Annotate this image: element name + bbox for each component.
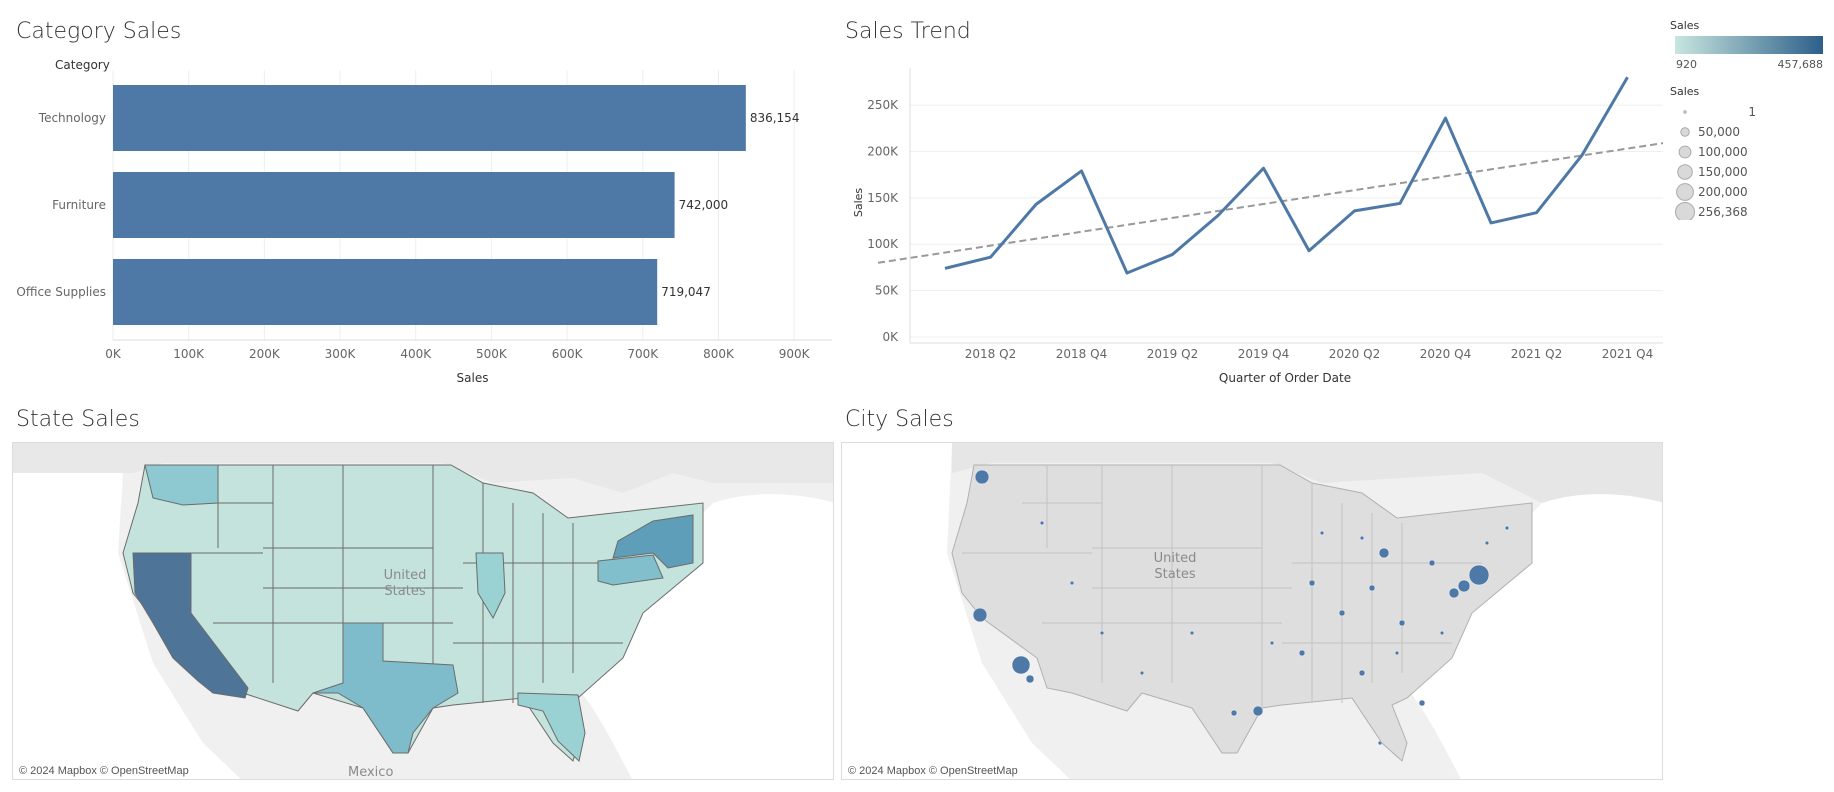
bar-x-tick-label: 600K — [552, 347, 584, 361]
size-legend-label: 256,368 — [1698, 205, 1748, 219]
color-legend-max: 457,688 — [1778, 58, 1824, 71]
size-legend-title: Sales — [1670, 85, 1700, 98]
bar-x-tick-label: 700K — [627, 347, 659, 361]
bar-office-supplies[interactable] — [113, 259, 658, 325]
bar-technology[interactable] — [113, 85, 746, 151]
color-legend-title: Sales — [1670, 19, 1700, 32]
bar-row-header: Category — [55, 58, 110, 72]
size-legend-label: 150,000 — [1698, 165, 1748, 179]
sales-point-2020-q1[interactable] — [1303, 245, 1315, 257]
sales-point-2020-q3[interactable] — [1394, 197, 1406, 209]
line-x-tick-label: 2019 Q4 — [1238, 347, 1289, 361]
bar-value-label: 719,047 — [661, 285, 711, 299]
category-sales-title: Category Sales — [16, 19, 182, 44]
bar-x-tick-label: 100K — [173, 347, 205, 361]
bar-x-axis-title: Sales — [457, 371, 489, 385]
line-x-tick-label: 2020 Q2 — [1329, 347, 1380, 361]
map-attribution[interactable]: © 2024 Mapbox © OpenStreetMap — [848, 765, 1018, 777]
line-y-tick-label: 0K — [882, 330, 899, 344]
size-legend-label: 50,000 — [1698, 125, 1740, 139]
sales-point-2018-q1[interactable] — [939, 262, 951, 274]
size-legend-circle — [1678, 145, 1692, 159]
line-y-tick-label: 200K — [867, 144, 899, 158]
city-sales-map[interactable]: United States © 2024 Mapbox © OpenStreet… — [841, 442, 1663, 780]
line-x-tick-label: 2018 Q4 — [1056, 347, 1107, 361]
bar-x-tick-label: 300K — [325, 347, 357, 361]
state-washington — [144, 464, 219, 506]
sales-point-2018-q3[interactable] — [1030, 198, 1042, 210]
line-x-tick-label: 2020 Q4 — [1420, 347, 1471, 361]
state-sales-map[interactable]: United States Mexico © 2024 Mapbox © Ope… — [12, 442, 834, 780]
line-y-tick-label: 100K — [867, 237, 899, 251]
size-legend-circle — [1680, 127, 1690, 137]
sales-point-2021-q2[interactable] — [1531, 207, 1543, 219]
bar-category-label: Office Supplies — [16, 285, 106, 299]
sales-point-2021-q4[interactable] — [1622, 71, 1634, 83]
line-x-axis-title: Quarter of Order Date — [1219, 371, 1351, 385]
sales-trend-chart[interactable]: 0K 50K 100K 150K 200K 250K 2018 Q2 2018 Q4 2019 … — [835, 50, 1665, 400]
size-legend[interactable]: Sales150,000100,000150,000200,000256,368 — [1668, 80, 1833, 220]
bar-x-tick-label: 200K — [249, 347, 281, 361]
sales-point-2019-q4[interactable] — [1258, 162, 1270, 174]
sales-point-2021-q1[interactable] — [1485, 217, 1497, 229]
mexico-label: Mexico — [348, 765, 394, 780]
bar-value-label: 742,000 — [679, 198, 729, 212]
line-y-tick-label: 50K — [875, 284, 899, 298]
city-sales-title: City Sales — [845, 407, 954, 432]
color-legend[interactable]: Sales 920 457,688 — [1668, 14, 1833, 74]
size-legend-circle — [1675, 202, 1695, 220]
size-legend-label: 100,000 — [1698, 145, 1748, 159]
sales-line[interactable] — [944, 76, 1629, 275]
line-x-tick-label: 2019 Q2 — [1147, 347, 1198, 361]
size-legend-label: 200,000 — [1698, 185, 1748, 199]
size-legend-label: 1 — [1748, 105, 1756, 119]
sales-point-2019-q1[interactable] — [1121, 267, 1133, 279]
bar-x-tick-label: 500K — [476, 347, 508, 361]
sales-point-2018-q4[interactable] — [1076, 165, 1088, 177]
bar-category-label: Technology — [38, 111, 106, 125]
line-x-tick-label: 2021 Q4 — [1602, 347, 1653, 361]
line-x-tick-label: 2021 Q2 — [1511, 347, 1562, 361]
bar-x-tick-label: 900K — [779, 347, 811, 361]
line-y-tick-label: 150K — [867, 191, 899, 205]
sales-point-2020-q2[interactable] — [1349, 205, 1361, 217]
united-states-label: United States — [1153, 551, 1197, 582]
sales-point-2019-q3[interactable] — [1212, 209, 1224, 221]
size-legend-circle — [1683, 110, 1687, 114]
line-x-tick-label: 2018 Q2 — [965, 347, 1016, 361]
sales-point-2020-q4[interactable] — [1440, 112, 1452, 124]
bar-x-tick-label: 800K — [703, 347, 735, 361]
bar-furniture[interactable] — [113, 172, 675, 238]
bar-x-tick-label: 0K — [105, 347, 122, 361]
category-sales-chart[interactable]: 0K 100K 200K 300K 400K 500K 600K 700K 800K 900K Sa… — [0, 50, 840, 450]
line-y-axis-title: Sales — [852, 188, 865, 218]
color-legend-ramp — [1675, 36, 1823, 54]
sales-point-2021-q3[interactable] — [1576, 149, 1588, 161]
bar-category-label: Furniture — [52, 198, 106, 212]
sales-point-2019-q2[interactable] — [1167, 248, 1179, 260]
size-legend-circle — [1676, 183, 1694, 201]
sales-point-2018-q2[interactable] — [985, 251, 997, 263]
map-attribution[interactable]: © 2024 Mapbox © OpenStreetMap — [19, 765, 189, 777]
size-legend-circle — [1677, 164, 1693, 180]
sales-trend-title: Sales Trend — [845, 19, 971, 44]
bar-value-label: 836,154 — [750, 111, 800, 125]
bar-x-tick-label: 400K — [400, 347, 432, 361]
state-florida — [517, 692, 586, 762]
color-legend-min: 920 — [1676, 58, 1697, 71]
united-states-label: United States — [383, 568, 427, 599]
line-y-tick-label: 250K — [867, 98, 899, 112]
